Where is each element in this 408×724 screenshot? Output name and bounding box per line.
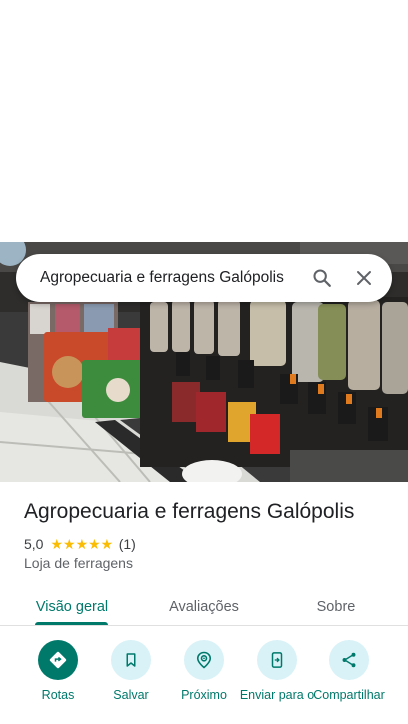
rating-value: 5,0	[24, 536, 44, 552]
map-area-blank	[0, 0, 408, 242]
tab-about[interactable]: Sobre	[296, 588, 376, 625]
tab-overview[interactable]: Visão geral	[20, 588, 124, 625]
rating-row[interactable]: 5,0 ★★★★★ (1)	[24, 535, 136, 553]
tab-reviews[interactable]: Avaliações	[152, 588, 256, 625]
star-rating-icon: ★★★★★	[50, 536, 114, 552]
nearby-button[interactable]: Próximo	[166, 640, 242, 703]
action-buttons: Rotas Salvar Próximo Enviar para o Compa…	[0, 640, 408, 724]
share-button[interactable]: Compartilhar	[311, 640, 387, 703]
nearby-label: Próximo	[181, 688, 227, 702]
save-label: Salvar	[113, 688, 149, 702]
search-input[interactable]: Agropecuaria e ferragens Galópolis	[16, 269, 302, 287]
bookmark-icon	[126, 653, 136, 667]
review-count[interactable]: (1)	[119, 536, 136, 552]
place-tabs: Visão geral Avaliações Sobre	[0, 588, 408, 626]
send-to-phone-icon	[271, 652, 283, 668]
active-tab-indicator	[35, 622, 108, 625]
clear-search-button[interactable]	[342, 254, 392, 302]
search-icon	[313, 269, 331, 287]
share-label: Compartilhar	[313, 688, 385, 702]
place-category: Loja de ferragens	[24, 555, 133, 571]
send-to-phone-button[interactable]: Enviar para o	[239, 640, 315, 703]
send-to-phone-label: Enviar para o	[239, 688, 315, 702]
nearby-icon	[196, 651, 212, 669]
save-button[interactable]: Salvar	[93, 640, 169, 703]
place-name: Agropecuaria e ferragens Galópolis	[24, 500, 355, 523]
search-button[interactable]	[302, 254, 342, 302]
directions-icon	[49, 651, 67, 669]
share-icon	[342, 652, 356, 668]
search-bar[interactable]: Agropecuaria e ferragens Galópolis	[16, 254, 392, 302]
close-icon	[357, 271, 371, 285]
directions-label: Rotas	[41, 688, 75, 702]
directions-button[interactable]: Rotas	[20, 640, 96, 703]
